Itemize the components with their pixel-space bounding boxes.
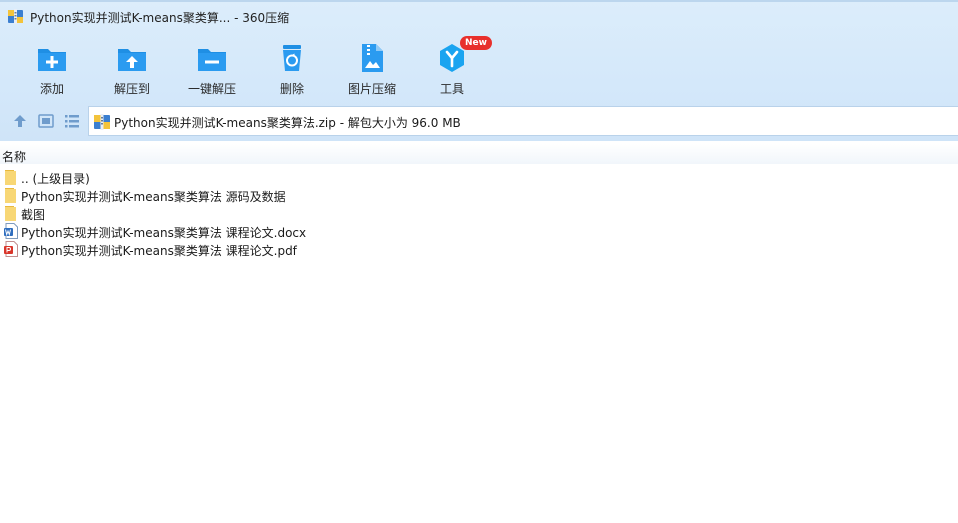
file-row-docx[interactable]: Python实现并测试K-means聚类算法 课程论文.docx (0, 222, 958, 240)
thumbnail-view-icon[interactable] (37, 112, 55, 130)
pdf-document-icon (4, 241, 18, 257)
address-bar[interactable]: Python实现并测试K-means聚类算法.zip - 解包大小为 96.0 … (88, 106, 958, 136)
image-compress-label: 图片压缩 (347, 82, 396, 96)
up-arrow-icon[interactable] (11, 112, 29, 130)
extract-to-label: 解压到 (113, 82, 150, 96)
column-name-header[interactable]: 名称 (2, 148, 26, 165)
extract-to-icon (118, 49, 146, 71)
one-click-extract-button[interactable]: 一键解压 (177, 40, 247, 98)
delete-label: 删除 (279, 82, 304, 96)
file-list: .. (上级目录) Python实现并测试K-means聚类算法 源码及数据 截… (0, 168, 958, 258)
file-row-parent-folder[interactable]: .. (上级目录) (0, 168, 958, 186)
title-top-strip (0, 0, 958, 2)
tools-label: 工具 (439, 82, 464, 96)
one-click-extract-label: 一键解压 (187, 82, 236, 96)
new-badge: New (460, 36, 492, 50)
folder-icon (5, 188, 16, 203)
main-toolbar: 添加 解压到 一键解压 删除 图片压缩 New 工具 (0, 34, 958, 102)
archive-app-icon (8, 9, 23, 24)
add-button[interactable]: 添加 (17, 40, 87, 98)
file-row-source-folder[interactable]: Python实现并测试K-means聚类算法 源码及数据 (0, 186, 958, 204)
file-name: Python实现并测试K-means聚类算法 课程论文.pdf (21, 244, 297, 258)
archive-path: Python实现并测试K-means聚类算法.zip - 解包大小为 96.0 … (114, 116, 461, 130)
recycle-bin-icon (283, 45, 301, 71)
add-icon (38, 49, 66, 71)
address-row: Python实现并测试K-means聚类算法.zip - 解包大小为 96.0 … (0, 102, 958, 140)
file-name: Python实现并测试K-means聚类算法 源码及数据 (21, 190, 286, 204)
folder-icon (5, 206, 16, 221)
file-name: 截图 (21, 208, 46, 222)
file-name: Python实现并测试K-means聚类算法 课程论文.docx (21, 226, 307, 240)
tools-button[interactable]: New 工具 (417, 36, 492, 98)
image-compress-button[interactable]: 图片压缩 (337, 40, 407, 98)
column-header: 名称 (0, 144, 958, 164)
file-row-screenshot-folder[interactable]: 截图 (0, 204, 958, 222)
list-view-icon[interactable] (63, 112, 81, 130)
one-click-extract-icon (198, 49, 226, 71)
image-compress-icon (362, 44, 383, 72)
file-name: .. (上级目录) (21, 172, 90, 186)
title-bar[interactable]: Python实现并测试K-means聚类算... - 360压缩 (0, 0, 958, 34)
window-chrome: Python实现并测试K-means聚类算... - 360压缩 添加 解压到 … (0, 0, 958, 141)
folder-icon (5, 170, 16, 185)
window-title: Python实现并测试K-means聚类算... - 360压缩 (30, 11, 290, 25)
delete-button[interactable]: 删除 (257, 40, 327, 98)
archive-window: Python实现并测试K-means聚类算... - 360压缩 添加 解压到 … (0, 0, 958, 523)
zip-archive-icon (94, 114, 110, 130)
extract-to-button[interactable]: 解压到 (97, 40, 167, 98)
file-row-pdf[interactable]: Python实现并测试K-means聚类算法 课程论文.pdf (0, 240, 958, 258)
word-document-icon (4, 223, 18, 239)
add-label: 添加 (39, 82, 64, 96)
